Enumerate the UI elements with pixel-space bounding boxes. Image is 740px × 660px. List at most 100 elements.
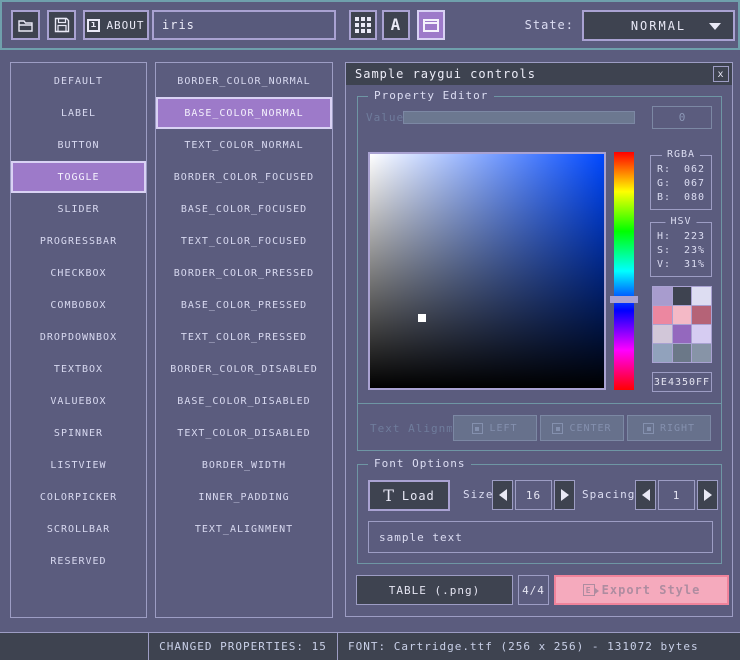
sample-text-box[interactable]: sample text [368, 521, 713, 553]
controls-item-valuebox[interactable]: VALUEBOX [11, 385, 146, 417]
save-style-button[interactable] [47, 10, 76, 40]
status-bar: CHANGED PROPERTIES: 15 FONT: Cartridge.t… [0, 632, 740, 660]
export-style-button[interactable]: E Export Style [554, 575, 729, 605]
color-picker-panel[interactable] [368, 152, 606, 390]
property-item-text-alignment[interactable]: TEXT_ALIGNMENT [156, 513, 332, 545]
property-item-text-color-pressed[interactable]: TEXT_COLOR_PRESSED [156, 321, 332, 353]
font-A-icon: A [391, 17, 402, 33]
controls-view-button[interactable] [417, 10, 445, 40]
export-format-button[interactable]: TABLE (.png) [356, 575, 513, 605]
property-item-base-color-disabled[interactable]: BASE_COLOR_DISABLED [156, 385, 332, 417]
property-editor-group-label: Property Editor [368, 89, 494, 102]
property-item-text-color-disabled[interactable]: TEXT_COLOR_DISABLED [156, 417, 332, 449]
palette-swatch[interactable] [692, 325, 711, 343]
controls-item-toggle[interactable]: TOGGLE [11, 161, 146, 193]
palette-swatch[interactable] [673, 344, 692, 362]
value-slider[interactable] [403, 111, 635, 124]
spacing-increase-button[interactable] [697, 480, 718, 510]
size-value-box[interactable]: 16 [515, 480, 552, 510]
property-item-base-color-pressed[interactable]: BASE_COLOR_PRESSED [156, 289, 332, 321]
close-icon: x [717, 69, 724, 80]
hex-color-box[interactable]: 3E4350FF [652, 372, 712, 392]
palette-swatch[interactable] [653, 287, 672, 305]
palette-swatch[interactable] [692, 344, 711, 362]
property-item-border-color-focused[interactable]: BORDER_COLOR_FOCUSED [156, 161, 332, 193]
align-right-icon [643, 423, 654, 434]
color-picker-cursor[interactable] [418, 314, 426, 322]
info-icon: i [87, 19, 100, 32]
style-name-input[interactable] [152, 10, 336, 40]
sample-controls-window: Sample raygui controls x Property Editor… [345, 62, 733, 617]
property-item-text-color-focused[interactable]: TEXT_COLOR_FOCUSED [156, 225, 332, 257]
palette-swatch[interactable] [653, 306, 672, 324]
status-changed-properties: CHANGED PROPERTIES: 15 [148, 633, 337, 660]
font-T-icon: T [383, 488, 395, 504]
grid-icon [355, 17, 371, 33]
controls-item-colorpicker[interactable]: COLORPICKER [11, 481, 146, 513]
hsv-group-label: HSV [665, 216, 696, 227]
palette-swatch[interactable] [673, 287, 692, 305]
hue-slider-handle[interactable] [610, 296, 638, 303]
spacing-value-box[interactable]: 1 [658, 480, 695, 510]
hsv-hue-row: H:223 [651, 229, 711, 243]
value-box[interactable]: 0 [652, 106, 712, 129]
hue-bar[interactable] [614, 152, 634, 390]
controls-item-label[interactable]: LABEL [11, 97, 146, 129]
align-left-button[interactable]: LEFT [453, 415, 537, 441]
property-item-border-color-normal[interactable]: BORDER_COLOR_NORMAL [156, 65, 332, 97]
spacing-decrease-button[interactable] [635, 480, 656, 510]
window-titlebar[interactable]: Sample raygui controls x [346, 63, 732, 85]
controls-item-reserved[interactable]: RESERVED [11, 545, 146, 577]
property-editor-group: Property Editor Value: 0 RGBA R:062 G:06… [357, 96, 722, 451]
font-view-button[interactable]: A [382, 10, 410, 40]
controls-item-progressbar[interactable]: PROGRESSBAR [11, 225, 146, 257]
state-dropdown-value: NORMAL [631, 19, 686, 33]
controls-item-checkbox[interactable]: CHECKBOX [11, 257, 146, 289]
folder-open-icon [17, 18, 35, 33]
controls-item-combobox[interactable]: COMBOBOX [11, 289, 146, 321]
property-item-border-color-pressed[interactable]: BORDER_COLOR_PRESSED [156, 257, 332, 289]
hsv-saturation-row: S:23% [651, 243, 711, 257]
pages-value-box[interactable]: 4/4 [518, 575, 549, 605]
property-item-inner-padding[interactable]: INNER_PADDING [156, 481, 332, 513]
state-dropdown[interactable]: NORMAL [582, 10, 735, 41]
rgba-red-row: R:062 [651, 162, 711, 176]
palette-swatch[interactable] [653, 325, 672, 343]
controls-item-scrollbar[interactable]: SCROLLBAR [11, 513, 146, 545]
controls-item-spinner[interactable]: SPINNER [11, 417, 146, 449]
align-right-button[interactable]: RIGHT [627, 415, 711, 441]
property-item-border-width[interactable]: BORDER_WIDTH [156, 449, 332, 481]
close-button[interactable]: x [713, 66, 729, 82]
arrow-right-icon [704, 489, 712, 501]
controls-list: DEFAULT LABEL BUTTON TOGGLE SLIDER PROGR… [10, 62, 147, 618]
rgba-group-label: RGBA [662, 149, 700, 160]
property-item-base-color-normal[interactable]: BASE_COLOR_NORMAL [156, 97, 332, 129]
palette-swatch[interactable] [673, 306, 692, 324]
status-font-info: FONT: Cartridge.ttf (256 x 256) - 131072… [337, 633, 740, 660]
controls-item-slider[interactable]: SLIDER [11, 193, 146, 225]
about-button[interactable]: i ABOUT [83, 10, 149, 40]
align-center-button[interactable]: CENTER [540, 415, 624, 441]
palette-swatch[interactable] [692, 306, 711, 324]
controls-item-listview[interactable]: LISTVIEW [11, 449, 146, 481]
controls-item-button[interactable]: BUTTON [11, 129, 146, 161]
property-item-base-color-focused[interactable]: BASE_COLOR_FOCUSED [156, 193, 332, 225]
open-style-button[interactable] [11, 10, 40, 40]
property-item-text-color-normal[interactable]: TEXT_COLOR_NORMAL [156, 129, 332, 161]
arrow-left-icon [642, 489, 650, 501]
controls-item-textbox[interactable]: TEXTBOX [11, 353, 146, 385]
align-center-icon [552, 423, 563, 434]
font-options-group-label: Font Options [368, 457, 471, 470]
controls-item-default[interactable]: DEFAULT [11, 65, 146, 97]
style-table-view-button[interactable] [349, 10, 377, 40]
font-load-button[interactable]: T Load [368, 480, 450, 511]
align-left-icon [472, 423, 483, 434]
hsv-value-row: V:31% [651, 257, 711, 271]
controls-item-dropdownbox[interactable]: DROPDOWNBOX [11, 321, 146, 353]
size-decrease-button[interactable] [492, 480, 513, 510]
size-increase-button[interactable] [554, 480, 575, 510]
palette-swatch[interactable] [673, 325, 692, 343]
property-item-border-color-disabled[interactable]: BORDER_COLOR_DISABLED [156, 353, 332, 385]
palette-swatch[interactable] [653, 344, 672, 362]
palette-swatch[interactable] [692, 287, 711, 305]
